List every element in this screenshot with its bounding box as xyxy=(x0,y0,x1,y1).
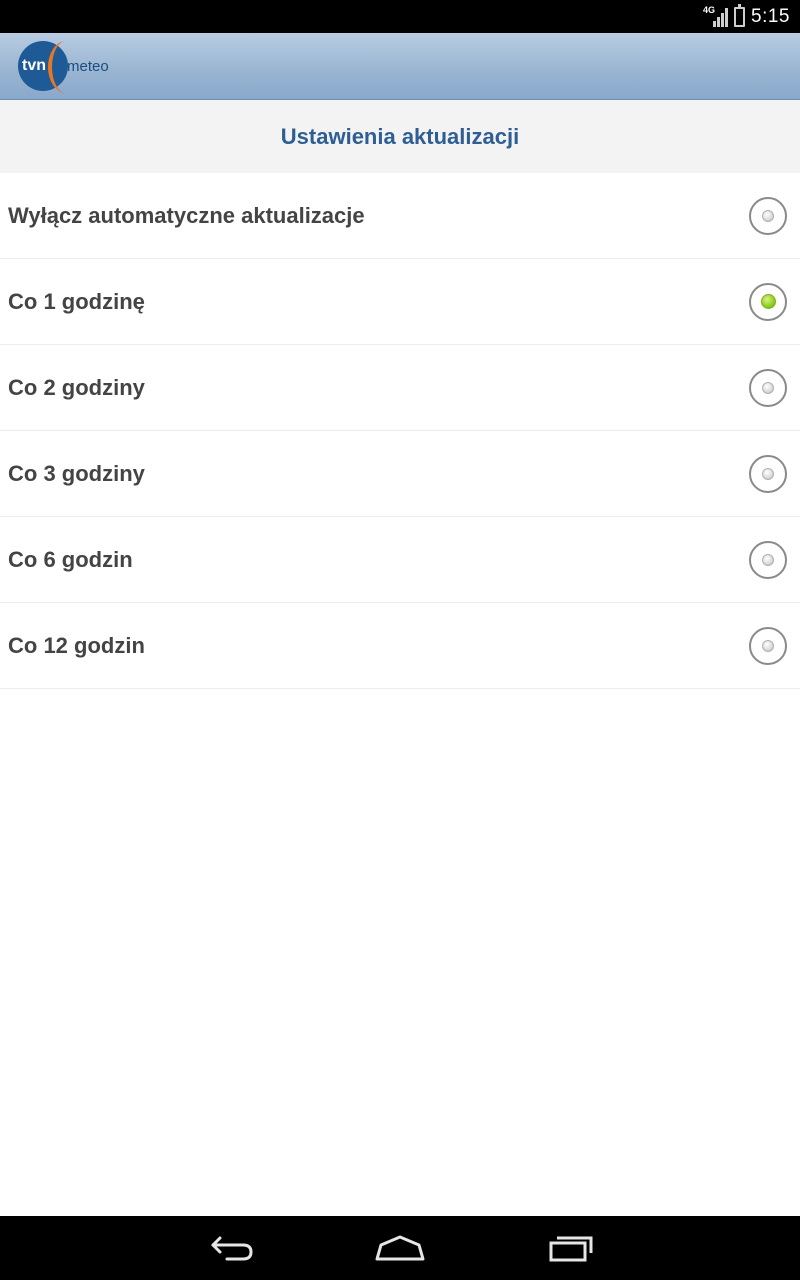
radio-button[interactable] xyxy=(749,626,787,665)
option-every-1-hour[interactable]: Co 1 godzinę xyxy=(0,259,800,345)
home-icon[interactable] xyxy=(370,1230,430,1266)
option-label: Co 12 godzin xyxy=(8,632,145,658)
option-label: Co 2 godziny xyxy=(8,374,145,400)
radio-button[interactable] xyxy=(749,540,787,579)
recents-icon[interactable] xyxy=(540,1230,600,1266)
page-title: Ustawienia aktualizacji xyxy=(280,123,520,149)
radio-dot-icon xyxy=(762,553,774,566)
radio-button[interactable] xyxy=(749,368,787,407)
option-every-6-hours[interactable]: Co 6 godzin xyxy=(0,517,800,603)
radio-button-selected[interactable] xyxy=(749,282,787,321)
radio-dot-icon xyxy=(760,294,776,309)
option-label: Co 3 godziny xyxy=(8,460,145,486)
clock: 5:15 xyxy=(751,5,790,27)
page-header: Ustawienia aktualizacji xyxy=(0,100,800,173)
radio-dot-icon xyxy=(762,639,774,652)
back-icon[interactable] xyxy=(200,1230,260,1266)
update-options-list: Wyłącz automatyczne aktualizacje Co 1 go… xyxy=(0,173,800,689)
option-every-2-hours[interactable]: Co 2 godziny xyxy=(0,345,800,431)
option-label: Co 1 godzinę xyxy=(8,288,145,314)
network-type: 4G xyxy=(703,4,716,15)
radio-dot-icon xyxy=(762,381,774,394)
radio-dot-icon xyxy=(762,209,774,222)
radio-dot-icon xyxy=(762,467,774,480)
option-every-12-hours[interactable]: Co 12 godzin xyxy=(0,603,800,689)
radio-button[interactable] xyxy=(749,196,787,235)
logo-tvn-text: tvn xyxy=(22,57,46,74)
option-label: Co 6 godzin xyxy=(8,546,133,572)
option-label: Wyłącz automatyczne aktualizacje xyxy=(8,202,365,228)
app-bar: tvn meteo xyxy=(0,33,800,100)
option-disable-auto-updates[interactable]: Wyłącz automatyczne aktualizacje xyxy=(0,173,800,259)
radio-button[interactable] xyxy=(749,454,787,493)
option-every-3-hours[interactable]: Co 3 godziny xyxy=(0,431,800,517)
signal-icon: 4G xyxy=(703,4,729,27)
tvn-meteo-logo: tvn meteo xyxy=(18,41,109,93)
logo-meteo-text: meteo xyxy=(67,58,109,75)
status-bar: 4G 5:15 xyxy=(0,0,800,33)
battery-icon xyxy=(734,3,746,27)
navigation-bar xyxy=(0,1216,800,1280)
